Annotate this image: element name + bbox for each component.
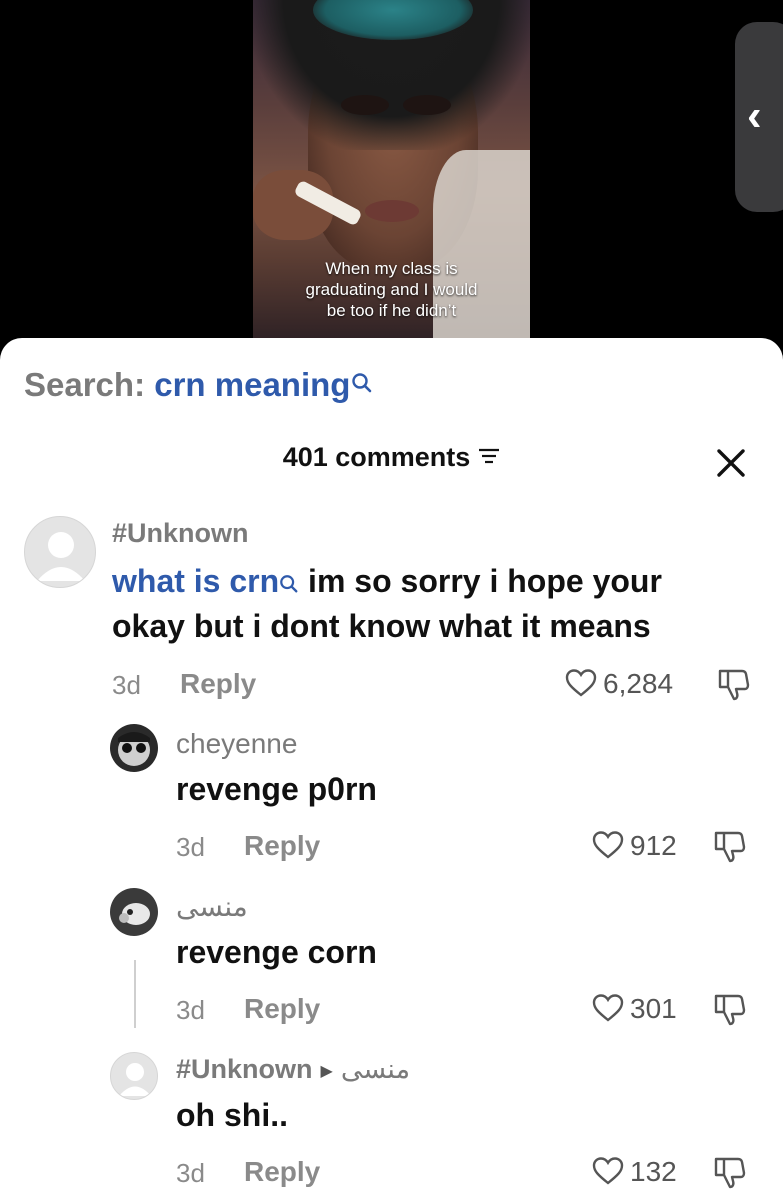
like-button[interactable]: 912 (592, 830, 677, 862)
like-count: 6,284 (603, 668, 674, 699)
like-button[interactable]: 301 (592, 993, 677, 1025)
comments-header: 401 comments (0, 442, 783, 473)
video-caption-line: graduating and I would (305, 280, 478, 299)
reply-arrow-icon: ▶ (320, 1062, 333, 1080)
video-eye-left (341, 95, 389, 115)
avatar[interactable] (24, 516, 96, 588)
search-icon (351, 364, 373, 402)
side-panel-tab[interactable]: ‹ (735, 22, 783, 212)
reply-button[interactable]: Reply (244, 1156, 320, 1188)
avatar[interactable] (110, 888, 158, 936)
reply-button[interactable]: Reply (244, 993, 320, 1025)
heart-icon (592, 994, 624, 1022)
search-icon (279, 560, 299, 607)
comment-time: 3d (176, 832, 205, 862)
comment-search-link[interactable]: what is crn (112, 563, 279, 599)
search-prefix: Search: (24, 366, 155, 403)
comment-username[interactable]: #Unknown ▶ منسى (176, 1054, 410, 1085)
comment-username-text[interactable]: #Unknown (176, 1054, 313, 1084)
dislike-icon[interactable] (712, 1154, 748, 1190)
comment-time: 3d (112, 670, 141, 700)
close-icon[interactable] (714, 446, 748, 480)
like-button[interactable]: 6,284 (565, 668, 673, 700)
heart-icon (565, 669, 597, 697)
avatar[interactable] (110, 1052, 158, 1100)
thread-line (134, 960, 136, 1028)
comment-username[interactable]: cheyenne (176, 728, 297, 760)
like-count: 132 (630, 1156, 677, 1187)
comments-count: 401 comments (282, 442, 471, 472)
reply-button[interactable]: Reply (180, 668, 256, 700)
chevron-left-icon: ‹ (747, 91, 762, 140)
search-term[interactable]: crn meaning (154, 366, 350, 403)
filter-icon[interactable] (478, 441, 500, 472)
video-mouth (365, 200, 419, 222)
comment-username[interactable]: #Unknown (112, 518, 249, 549)
video-caption: When my class is graduating and I would … (253, 258, 530, 321)
dislike-icon[interactable] (712, 991, 748, 1027)
video-caption-line: be too if he didn’t (326, 301, 457, 320)
like-count: 912 (630, 830, 677, 861)
video-caption-line: When my class is (325, 259, 458, 278)
comment-time: 3d (176, 1158, 205, 1188)
avatar[interactable] (110, 724, 158, 772)
comment-text-rest: im so sorry i hope your (299, 563, 662, 599)
dislike-icon[interactable] (712, 828, 748, 864)
video-eye-right (403, 95, 451, 115)
reply-to-username[interactable]: منسى (341, 1054, 410, 1084)
heart-icon (592, 831, 624, 859)
video-thumbnail[interactable]: When my class is graduating and I would … (253, 0, 530, 345)
search-suggestion[interactable]: Search: crn meaning (24, 366, 373, 404)
comment-time: 3d (176, 995, 205, 1025)
comment-text: revenge corn (176, 934, 377, 970)
video-area[interactable]: When my class is graduating and I would … (0, 0, 783, 360)
like-button[interactable]: 132 (592, 1156, 677, 1188)
like-count: 301 (630, 993, 677, 1024)
comment-text: revenge p0rn (176, 771, 377, 807)
comment-text: what is crn im so sorry i hope your (112, 558, 662, 607)
heart-icon (592, 1157, 624, 1185)
reply-button[interactable]: Reply (244, 830, 320, 862)
comment-username[interactable]: منسى (176, 890, 248, 923)
comment-text-line2: okay but i dont know what it means (112, 608, 651, 644)
dislike-icon[interactable] (716, 666, 752, 702)
comment-text: oh shi.. (176, 1097, 288, 1133)
